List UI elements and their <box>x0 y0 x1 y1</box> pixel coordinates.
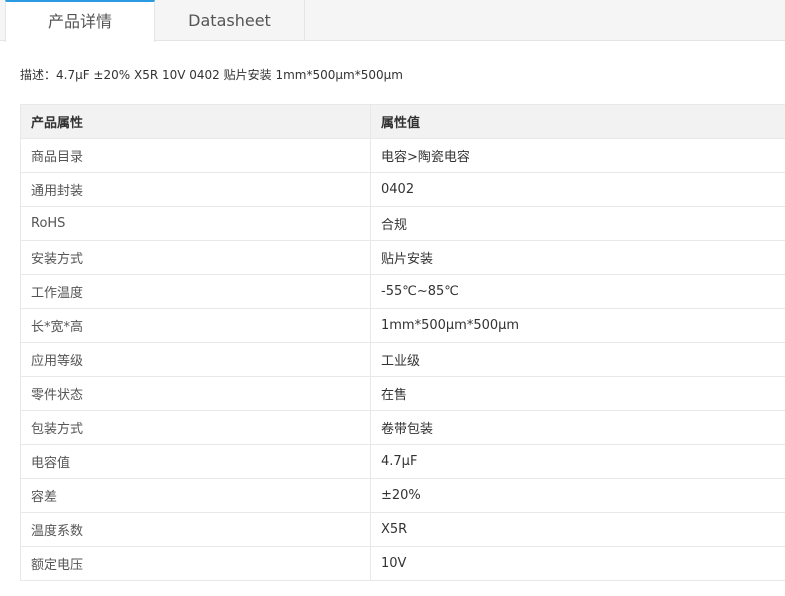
header-value: 属性值 <box>370 104 785 139</box>
attributes-table: 产品属性 属性值 商品目录 电容>陶瓷电容 通用封装 0402 RoHS 合规 安装方… <box>20 104 785 581</box>
product-description: 描述：4.7μF ±20% X5R 10V 0402 贴片安装 1mm*500μ… <box>20 68 403 82</box>
attribute-value: ±20% <box>370 478 785 513</box>
table-row: RoHS 合规 <box>20 206 785 241</box>
tab-bar: 产品详情 Datasheet <box>0 0 785 42</box>
tab-product-details[interactable]: 产品详情 <box>5 0 155 42</box>
attribute-name: 额定电压 <box>20 546 371 581</box>
attribute-name: 应用等级 <box>20 342 371 377</box>
attribute-value: 贴片安装 <box>370 240 785 275</box>
table-row: 通用封装 0402 <box>20 172 785 207</box>
attribute-value: 在售 <box>370 376 785 411</box>
tab-datasheet[interactable]: Datasheet <box>155 0 305 41</box>
header-attribute: 产品属性 <box>20 104 371 139</box>
attribute-name: 电容值 <box>20 444 371 479</box>
attribute-name: 长*宽*高 <box>20 308 371 343</box>
attribute-value: 4.7μF <box>370 444 785 479</box>
attribute-name: RoHS <box>20 206 371 241</box>
table-row: 商品目录 电容>陶瓷电容 <box>20 138 785 173</box>
attribute-value: -55℃~85℃ <box>370 274 785 309</box>
attribute-value: X5R <box>370 512 785 547</box>
attribute-name: 安装方式 <box>20 240 371 275</box>
table-row: 安装方式 贴片安装 <box>20 240 785 275</box>
table-header-row: 产品属性 属性值 <box>20 104 785 139</box>
attribute-value: 电容>陶瓷电容 <box>370 138 785 173</box>
table-row: 包装方式 卷带包装 <box>20 410 785 445</box>
table-row: 额定电压 10V <box>20 546 785 581</box>
attribute-value: 0402 <box>370 172 785 207</box>
table-row: 应用等级 工业级 <box>20 342 785 377</box>
attribute-value: 工业级 <box>370 342 785 377</box>
attribute-value: 10V <box>370 546 785 581</box>
attribute-name: 商品目录 <box>20 138 371 173</box>
attribute-name: 包装方式 <box>20 410 371 445</box>
attribute-name: 温度系数 <box>20 512 371 547</box>
attribute-name: 容差 <box>20 478 371 513</box>
table-row: 容差 ±20% <box>20 478 785 513</box>
table-row: 长*宽*高 1mm*500μm*500μm <box>20 308 785 343</box>
attribute-name: 通用封装 <box>20 172 371 207</box>
table-row: 零件状态 在售 <box>20 376 785 411</box>
attribute-value: 合规 <box>370 206 785 241</box>
attribute-name: 工作温度 <box>20 274 371 309</box>
attribute-value: 卷带包装 <box>370 410 785 445</box>
attribute-name: 零件状态 <box>20 376 371 411</box>
attribute-value: 1mm*500μm*500μm <box>370 308 785 343</box>
table-row: 温度系数 X5R <box>20 512 785 547</box>
table-row: 工作温度 -55℃~85℃ <box>20 274 785 309</box>
table-row: 电容值 4.7μF <box>20 444 785 479</box>
